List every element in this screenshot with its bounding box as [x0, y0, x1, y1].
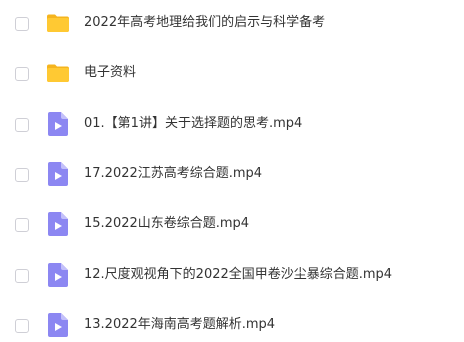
- file-name[interactable]: 12.尺度观视角下的2022全国甲卷沙尘暴综合题.mp4: [84, 266, 392, 284]
- row-checkbox[interactable]: [15, 17, 29, 31]
- row-checkbox[interactable]: [15, 67, 29, 81]
- file-name[interactable]: 电子资料: [84, 64, 136, 82]
- file-name[interactable]: 15.2022山东卷综合题.mp4: [84, 215, 249, 233]
- video-file-icon: [48, 212, 68, 236]
- row-checkbox[interactable]: [15, 269, 29, 283]
- file-name[interactable]: 01.【第1讲】关于选择题的思考.mp4: [84, 115, 302, 133]
- row-checkbox[interactable]: [15, 118, 29, 132]
- video-file-icon: [48, 112, 68, 136]
- list-item[interactable]: 电子资料: [0, 60, 464, 90]
- file-name[interactable]: 17.2022江苏高考综合题.mp4: [84, 165, 262, 183]
- folder-icon: [47, 14, 69, 32]
- file-name[interactable]: 2022年高考地理给我们的启示与科学备考: [84, 14, 325, 32]
- video-file-icon: [48, 313, 68, 337]
- list-item[interactable]: 15.2022山东卷综合题.mp4: [0, 211, 464, 241]
- file-list: 2022年高考地理给我们的启示与科学备考 电子资料 01.【第1讲】关于选择题的…: [0, 0, 464, 337]
- list-item[interactable]: 12.尺度观视角下的2022全国甲卷沙尘暴综合题.mp4: [0, 262, 464, 292]
- list-item[interactable]: 01.【第1讲】关于选择题的思考.mp4: [0, 111, 464, 141]
- video-file-icon: [48, 162, 68, 186]
- row-checkbox[interactable]: [15, 168, 29, 182]
- list-item[interactable]: 2022年高考地理给我们的启示与科学备考: [0, 10, 464, 40]
- row-checkbox[interactable]: [15, 319, 29, 333]
- list-item[interactable]: 17.2022江苏高考综合题.mp4: [0, 161, 464, 191]
- folder-icon: [47, 64, 69, 82]
- list-item[interactable]: 13.2022年海南高考题解析.mp4: [0, 312, 464, 342]
- row-checkbox[interactable]: [15, 218, 29, 232]
- file-name[interactable]: 13.2022年海南高考题解析.mp4: [84, 316, 275, 334]
- video-file-icon: [48, 263, 68, 287]
